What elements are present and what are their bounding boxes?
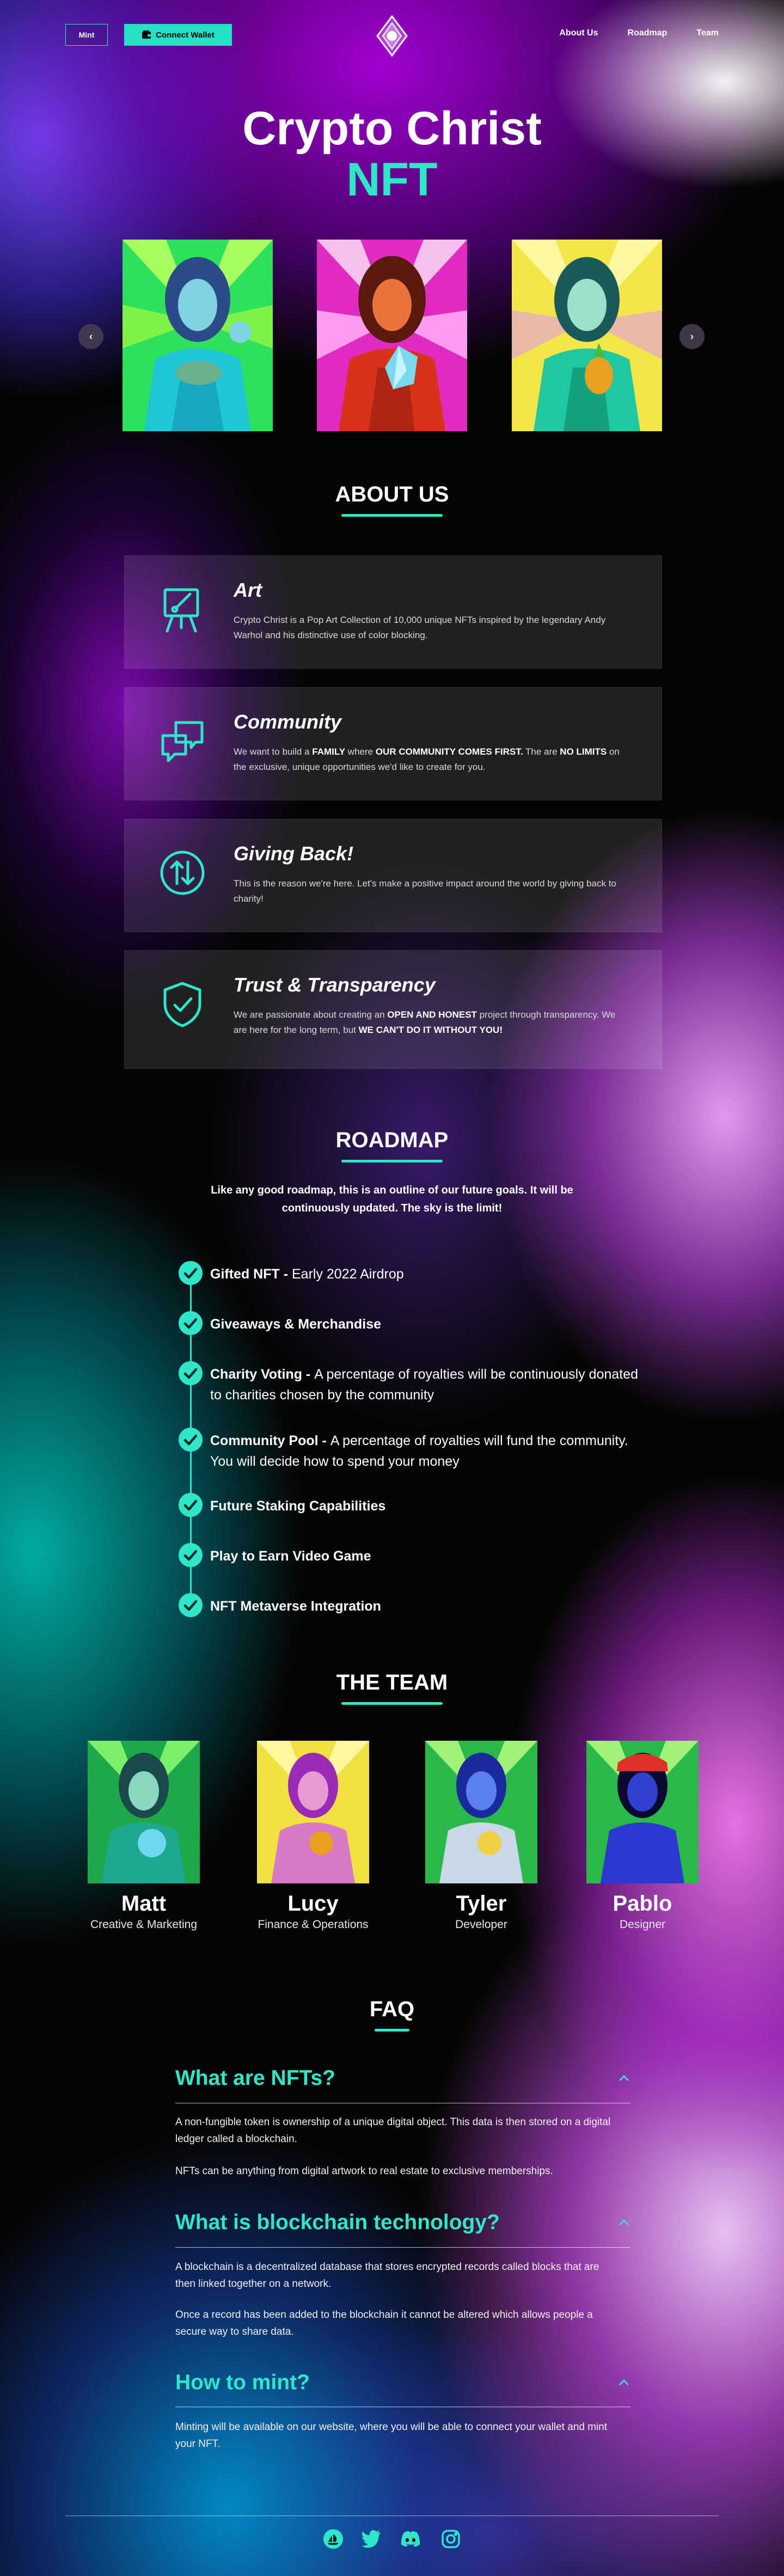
faq-question[interactable]: What is blockchain technology? [175, 2211, 630, 2235]
team-member-role: Designer [619, 1918, 666, 1931]
twitter-icon[interactable] [360, 2528, 382, 2550]
hero-title: Crypto Christ [242, 102, 542, 155]
team-member-card: Lucy Finance & Operations [257, 1741, 369, 1931]
wallet-icon [142, 30, 151, 39]
team-member-avatar [88, 1741, 200, 1883]
faq-answer: A non-fungible token is ownership of a u… [175, 2116, 611, 2145]
check-circle-icon [179, 1543, 203, 1567]
top-nav: Mint Connect Wallet About Us Roadmap Tea… [65, 15, 719, 57]
team-member-card: Matt Creative & Marketing [88, 1741, 200, 1931]
team-member-name: Pablo [612, 1892, 672, 1916]
faq-answer: NFTs can be anything from digital artwor… [175, 2165, 553, 2177]
check-circle-icon [179, 1361, 203, 1385]
check-circle-icon [179, 1428, 203, 1452]
about-card-giving-back: Giving Back! This is the reason we're he… [124, 819, 662, 932]
exchange-arrows-icon [160, 850, 205, 895]
chevron-right-icon: › [690, 331, 694, 342]
faq-answer: Once a record has been added to the bloc… [175, 2309, 593, 2338]
about-card-text: Crypto Christ is a Pop Art Collection of… [234, 615, 606, 640]
team-member-name: Matt [121, 1892, 167, 1916]
faq-section-title: FAQ [369, 1997, 415, 2021]
instagram-icon[interactable] [440, 2528, 462, 2550]
carousel-next-button[interactable]: › [679, 324, 705, 349]
connect-wallet-label: Connect Wallet [156, 30, 215, 40]
about-card-title: Trust & Transparency [234, 974, 436, 996]
nav-link-team[interactable]: Team [696, 28, 719, 38]
hero-subtitle: NFT [346, 154, 438, 206]
opensea-icon[interactable] [322, 2528, 344, 2550]
carousel-prev-button[interactable]: ‹ [78, 324, 103, 349]
faq-question[interactable]: How to mint? [175, 2371, 630, 2395]
about-card-community: Community We want to build a FAMILY wher… [124, 687, 662, 800]
team-member-avatar [425, 1741, 537, 1883]
team-member-card: Tyler Developer [425, 1741, 537, 1931]
chat-bubbles-icon [161, 721, 204, 762]
about-card-art: Art Crypto Christ is a Pop Art Collectio… [124, 555, 662, 669]
section-divider [341, 1702, 443, 1705]
team-member-role: Creative & Marketing [90, 1918, 198, 1931]
team-member-avatar [586, 1741, 699, 1883]
discord-icon[interactable] [400, 2528, 421, 2550]
check-circle-icon [179, 1593, 203, 1617]
roadmap-intro: Like any good roadmap, this is an outlin… [211, 1184, 573, 1214]
mint-button[interactable]: Mint [65, 24, 108, 46]
faq-answer: A blockchain is a decentralized database… [175, 2261, 599, 2290]
chevron-left-icon: ‹ [89, 331, 93, 342]
check-circle-icon [179, 1311, 203, 1335]
section-divider [341, 1160, 443, 1162]
carousel-nft-image[interactable] [317, 240, 467, 431]
faq-answer: Minting will be available on our website… [175, 2421, 608, 2450]
team-member-card: Pablo Designer [586, 1741, 699, 1931]
check-circle-icon [179, 1261, 203, 1285]
roadmap-section-title: ROADMAP [335, 1128, 449, 1152]
chevron-up-icon[interactable] [617, 2072, 630, 2085]
team-member-role: Developer [455, 1918, 507, 1931]
about-section-title: ABOUT US [335, 482, 449, 506]
team-section-title: THE TEAM [336, 1671, 448, 1694]
logo-icon[interactable] [375, 15, 409, 57]
section-divider [341, 514, 443, 517]
chevron-up-icon[interactable] [617, 2216, 630, 2229]
about-card-title: Community [234, 711, 341, 733]
carousel-nft-image[interactable] [512, 240, 662, 431]
faq-question[interactable]: What are NFTs? [175, 2066, 630, 2090]
about-card-title: Art [234, 579, 262, 601]
faq-divider [175, 2247, 630, 2248]
team-member-name: Tyler [456, 1892, 507, 1916]
carousel-nft-image[interactable] [122, 240, 273, 431]
easel-icon [163, 588, 199, 633]
nav-link-about[interactable]: About Us [559, 28, 598, 38]
nav-link-roadmap[interactable]: Roadmap [627, 28, 667, 38]
about-card-trust: Trust & Transparency We are passionate a… [124, 950, 662, 1069]
connect-wallet-button[interactable]: Connect Wallet [124, 24, 232, 46]
chevron-up-icon[interactable] [617, 2376, 630, 2389]
team-member-role: Finance & Operations [258, 1918, 369, 1931]
about-card-text: This is the reason we're here. Let's mak… [234, 878, 616, 904]
about-card-text: We are passionate about creating an OPEN… [234, 1009, 616, 1035]
check-circle-icon [179, 1493, 203, 1517]
team-member-name: Lucy [287, 1892, 339, 1916]
section-divider [375, 2029, 409, 2032]
shield-check-icon [163, 982, 201, 1027]
team-member-avatar [257, 1741, 369, 1883]
about-card-text: We want to build a FAMILY where OUR COMM… [234, 747, 620, 772]
about-card-title: Giving Back! [234, 842, 354, 865]
